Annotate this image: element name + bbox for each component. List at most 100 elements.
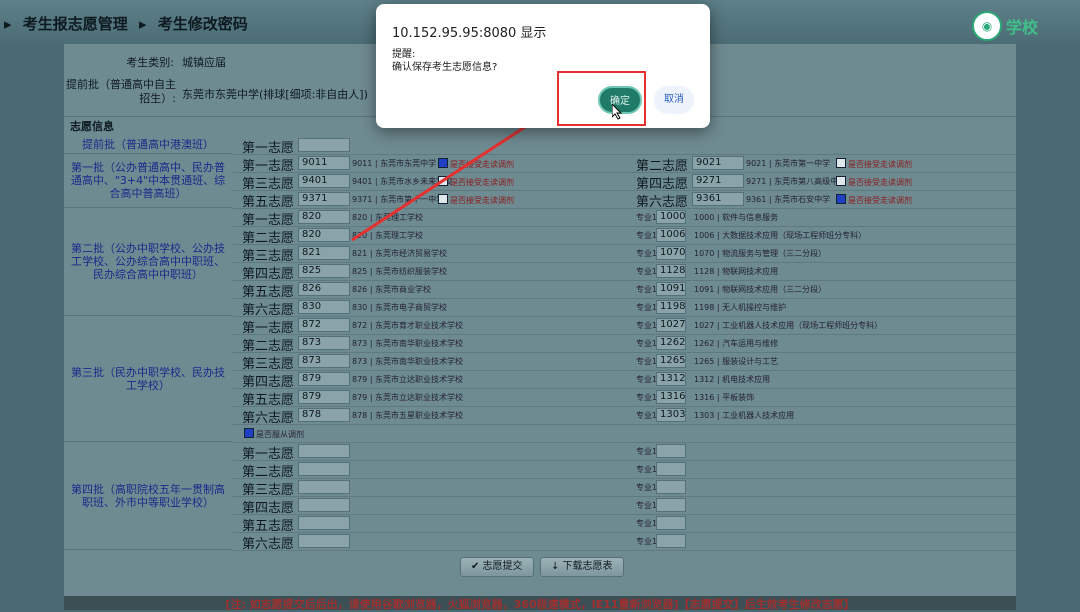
submit-volunteer-button[interactable]: ✔ 志愿提交 xyxy=(460,557,534,577)
major-label: 专业1 xyxy=(636,231,658,240)
code-input[interactable]: 9271 xyxy=(692,174,744,188)
dialog-cancel-button[interactable]: 取消 xyxy=(654,86,694,114)
table-row: 第一志愿 xyxy=(232,136,1016,156)
table-row: 第二志愿 专业1 xyxy=(232,460,1016,480)
code-input[interactable]: 878 xyxy=(298,408,350,422)
mouse-cursor-icon xyxy=(612,104,623,120)
early-admission-value: 东莞市东莞中学(排球[细项:非自由人]) xyxy=(182,88,368,101)
checkbox[interactable] xyxy=(438,176,448,186)
checkbox-label: 是否服从调剂 xyxy=(256,430,304,439)
checkbox[interactable] xyxy=(438,158,448,168)
school-desc: 826 | 东莞市商业学校 xyxy=(352,285,432,294)
table-row: 第五志愿 879 879 | 东莞市立达职业技术学校 专业1 1316 1316 | 平板… xyxy=(232,388,1016,408)
batch-label: 第四批（高职院校五年一贯制高职班、外市中等职业学校） xyxy=(64,442,232,550)
accept-checkbox-group: 是否接受走读调剂 xyxy=(438,158,514,170)
checkbox-label: 是否接受走读调剂 xyxy=(848,160,912,169)
nav-item-volunteer-mgmt[interactable]: 考生报志愿管理 xyxy=(23,15,128,33)
table-row: 第一志愿 9011 9011 | 东莞市东莞中学 是否接受走读调剂 第二志愿 9021 90… xyxy=(232,154,1016,174)
code-input[interactable]: 879 xyxy=(298,372,350,386)
code-input[interactable]: 9401 xyxy=(298,174,350,188)
code-input[interactable] xyxy=(298,462,350,476)
checkbox-label: 是否接受走读调剂 xyxy=(848,178,912,187)
school-desc: 1198 | 无人机操控与维护 xyxy=(694,303,787,312)
code-input[interactable]: 1303 xyxy=(656,408,686,422)
table-row: 第一志愿 820 820 | 东莞理工学校 专业1 1000 1000 | 软件与信息服务 xyxy=(232,208,1016,228)
major-label: 专业1 xyxy=(636,249,658,258)
code-input[interactable]: 9021 xyxy=(692,156,744,170)
code-input[interactable] xyxy=(656,534,686,548)
early-admission-label: 提前批（普通高中自主招生）: xyxy=(66,78,176,105)
school-desc: 820 | 东莞理工学校 xyxy=(352,231,424,240)
school-desc: 879 | 东莞市立达职业技术学校 xyxy=(352,375,464,384)
code-input[interactable] xyxy=(656,498,686,512)
school-desc: 9371 | 东莞市第十一中学 xyxy=(352,195,445,204)
code-input[interactable]: 830 xyxy=(298,300,350,314)
code-input[interactable] xyxy=(656,444,686,458)
code-input[interactable]: 879 xyxy=(298,390,350,404)
download-volunteer-button[interactable]: ↓ 下载志愿表 xyxy=(540,557,624,577)
logo-text: 学校 xyxy=(1006,18,1039,37)
accept-checkbox-group: 是否接受走读调剂 xyxy=(836,158,912,170)
code-input[interactable]: 873 xyxy=(298,336,350,350)
school-desc: 1070 | 物流服务与管理（三二分段） xyxy=(694,249,827,258)
school-desc: 872 | 东莞市育才职业技术学校 xyxy=(352,321,464,330)
code-input[interactable]: 1198 xyxy=(656,300,686,314)
code-input[interactable]: 1006 xyxy=(656,228,686,242)
code-input[interactable]: 872 xyxy=(298,318,350,332)
code-input[interactable]: 1316 xyxy=(656,390,686,404)
code-input[interactable] xyxy=(298,534,350,548)
code-input[interactable] xyxy=(656,462,686,476)
major-label: 专业1 xyxy=(636,393,658,402)
category-label: 考生类别: xyxy=(126,56,174,69)
table-row: 第五志愿 826 826 | 东莞市商业学校 专业1 1091 1091 | 物联网技术应… xyxy=(232,280,1016,300)
code-input[interactable]: 9011 xyxy=(298,156,350,170)
code-input[interactable]: 1091 xyxy=(656,282,686,296)
code-input[interactable] xyxy=(298,516,350,530)
checkbox-label: 是否接受走读调剂 xyxy=(450,196,514,205)
table-row: 第五志愿 9371 9371 | 东莞市第十一中学 是否接受走读调剂 第六志愿 9361 9… xyxy=(232,190,1016,210)
code-input[interactable]: 9371 xyxy=(298,192,350,206)
code-input[interactable] xyxy=(298,138,350,152)
code-input[interactable] xyxy=(298,498,350,512)
code-input[interactable]: 873 xyxy=(298,354,350,368)
code-input[interactable]: 1265 xyxy=(656,354,686,368)
highlight-box xyxy=(557,71,646,126)
code-input[interactable]: 1262 xyxy=(656,336,686,350)
volunteer-form-panel: 考生类别: 城镇应届 提前批（普通高中自主招生）: 东莞市东莞中学(排球[细项:… xyxy=(64,44,1016,611)
code-input[interactable] xyxy=(656,516,686,530)
school-desc: 879 | 东莞市立达职业技术学校 xyxy=(352,393,464,402)
code-input[interactable]: 826 xyxy=(298,282,350,296)
nav-item-change-password[interactable]: 考生修改密码 xyxy=(158,15,248,33)
code-input[interactable] xyxy=(298,444,350,458)
code-input[interactable]: 1000 xyxy=(656,210,686,224)
code-input[interactable] xyxy=(298,480,350,494)
code-input[interactable]: 1312 xyxy=(656,372,686,386)
checkbox[interactable] xyxy=(438,194,448,204)
code-input[interactable]: 9361 xyxy=(692,192,744,206)
school-desc: 1316 | 平板装饰 xyxy=(694,393,755,402)
school-desc: 825 | 东莞市纺织服装学校 xyxy=(352,267,448,276)
code-input[interactable]: 1027 xyxy=(656,318,686,332)
code-input[interactable] xyxy=(656,480,686,494)
major-label: 专业1 xyxy=(636,465,658,474)
code-input[interactable]: 821 xyxy=(298,246,350,260)
code-input[interactable]: 820 xyxy=(298,228,350,242)
checkbox[interactable] xyxy=(836,194,846,204)
code-input[interactable]: 1128 xyxy=(656,264,686,278)
accept-checkbox-group: 是否接受走读调剂 xyxy=(438,194,514,206)
table-row: 第四志愿 专业1 xyxy=(232,496,1016,516)
school-desc: 1000 | 软件与信息服务 xyxy=(694,213,779,222)
checkbox-label: 是否接受走读调剂 xyxy=(450,178,514,187)
table-row: 第六志愿 830 830 | 东莞市电子商贸学校 专业1 1198 1198 | 无人机操… xyxy=(232,298,1016,318)
school-desc: 1006 | 大数据技术应用（现场工程师班分专科） xyxy=(694,231,867,240)
code-input[interactable]: 1070 xyxy=(656,246,686,260)
school-desc: 1128 | 物联网技术应用 xyxy=(694,267,779,276)
checkbox[interactable] xyxy=(836,176,846,186)
code-input[interactable]: 825 xyxy=(298,264,350,278)
school-desc: 9361 | 东莞市石安中学 xyxy=(746,195,831,204)
school-desc: 1265 | 服装设计与工艺 xyxy=(694,357,779,366)
checkbox[interactable] xyxy=(836,158,846,168)
school-desc: 873 | 东莞市南华职业技术学校 xyxy=(352,339,464,348)
checkbox[interactable] xyxy=(244,428,254,438)
code-input[interactable]: 820 xyxy=(298,210,350,224)
